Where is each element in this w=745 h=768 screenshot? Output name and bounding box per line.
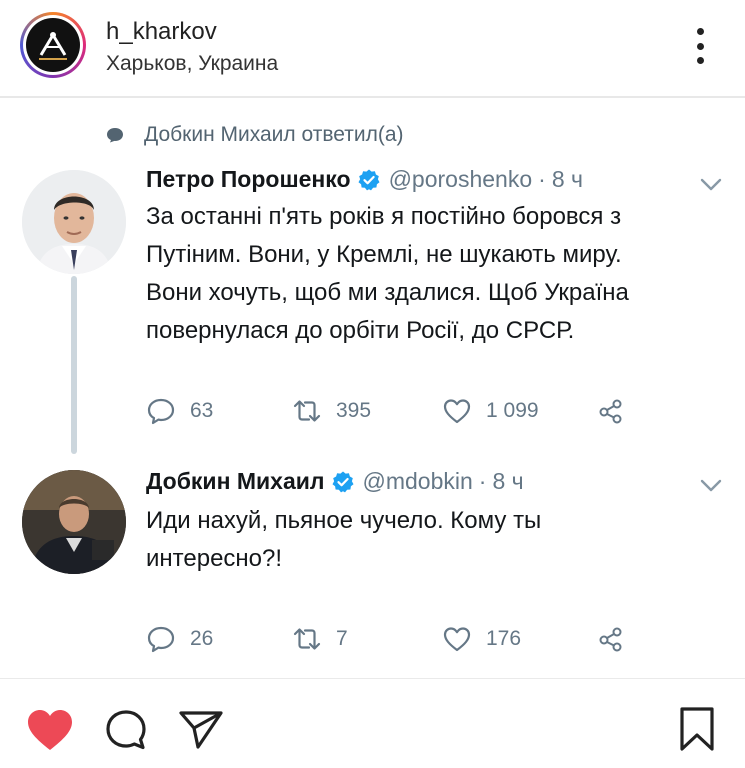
post-image-divider xyxy=(0,678,745,679)
h-kharkov-logo-icon xyxy=(26,18,80,72)
account-username[interactable]: h_kharkov xyxy=(106,18,217,46)
tweet-text-line: Иди нахуй, пьяное чучело. Кому ты xyxy=(146,507,542,534)
bookmark-icon xyxy=(680,707,714,751)
tweet-text-line: Вони хочуть, щоб ми здалися. Щоб Україна xyxy=(146,279,629,306)
tweet-author-name[interactable]: Добкин Михаил xyxy=(146,468,325,495)
comment-icon xyxy=(106,710,146,750)
reply-context: Добкин Михаил ответил(а) xyxy=(106,120,404,150)
retweet-count: 395 xyxy=(336,399,372,422)
tweet-author-handle[interactable]: @poroshenko xyxy=(389,166,533,193)
reply-icon xyxy=(147,626,175,653)
post-action-bar xyxy=(0,700,745,760)
save-post-button[interactable] xyxy=(678,706,716,757)
tweet-header: Петро Порошенко @poroshenko · 8 ч xyxy=(146,166,583,193)
like-post-button[interactable] xyxy=(26,708,74,757)
post-header: h_kharkov Харьков, Украина xyxy=(0,0,745,92)
chevron-down-icon[interactable] xyxy=(700,178,722,192)
more-options-icon[interactable] xyxy=(688,28,712,64)
tweet-timestamp[interactable]: 8 ч xyxy=(552,166,583,193)
tweet-timestamp[interactable]: 8 ч xyxy=(492,468,523,495)
tweet-text: Иди нахуй, пьяное чучело. Кому ты интере… xyxy=(146,502,726,578)
thread-connector-line xyxy=(71,276,77,454)
tweet-separator: · xyxy=(478,468,487,494)
comment-button[interactable] xyxy=(104,709,148,756)
heart-icon xyxy=(443,399,471,424)
share-button[interactable] xyxy=(596,621,626,657)
like-button[interactable]: 1 099 xyxy=(442,393,539,429)
tweet-actions: 63 395 1 099 xyxy=(146,393,666,429)
reply-count: 26 xyxy=(190,627,214,650)
tweet-author-handle[interactable]: @mdobkin xyxy=(363,468,473,495)
speech-bubble-icon xyxy=(107,128,123,143)
paper-plane-icon xyxy=(179,711,223,749)
share-post-button[interactable] xyxy=(178,709,224,756)
tweet-text-line: Путіним. Вони, у Кремлі, не шукають миру… xyxy=(146,241,622,268)
dobkin-avatar[interactable] xyxy=(22,470,126,574)
reply-button[interactable]: 63 xyxy=(146,393,213,429)
like-count: 176 xyxy=(486,627,522,650)
share-button[interactable] xyxy=(596,393,626,429)
header-divider xyxy=(0,96,745,98)
retweet-button[interactable]: 395 xyxy=(292,393,371,429)
tweet-separator: · xyxy=(538,166,546,192)
tweet-author-name[interactable]: Петро Порошенко xyxy=(146,166,351,193)
heart-icon xyxy=(443,627,471,652)
account-avatar[interactable] xyxy=(20,12,86,78)
verified-badge-icon xyxy=(358,169,380,190)
verified-badge-icon xyxy=(332,471,353,492)
share-icon xyxy=(599,399,622,424)
heart-filled-icon xyxy=(28,710,72,750)
reply-button[interactable]: 26 xyxy=(146,621,213,657)
retweet-button[interactable]: 7 xyxy=(292,621,348,657)
post-location[interactable]: Харьков, Украина xyxy=(106,52,278,76)
retweet-count: 7 xyxy=(336,627,348,650)
reply-context-label: Добкин Михаил ответил(а) xyxy=(144,123,404,146)
tweet-actions: 26 7 176 xyxy=(146,621,666,657)
chevron-down-icon[interactable] xyxy=(700,479,722,493)
tweet-header: Добкин Михаил @mdobkin · 8 ч xyxy=(146,468,524,495)
tweet-text: За останні п'ять років я постійно боровс… xyxy=(146,198,726,350)
tweet-text-line: За останні п'ять років я постійно боровс… xyxy=(146,203,622,230)
poroshenko-avatar[interactable] xyxy=(22,170,126,274)
retweet-icon xyxy=(293,628,321,650)
retweet-icon xyxy=(293,400,321,422)
share-icon xyxy=(599,627,622,652)
like-button[interactable]: 176 xyxy=(442,621,521,657)
tweet-text-line: интересно?! xyxy=(146,545,283,572)
tweet-text-line: повернулася до орбіти Росії, до СРСР. xyxy=(146,317,575,344)
like-count: 1 099 xyxy=(486,399,539,422)
reply-count: 63 xyxy=(190,399,214,422)
reply-icon xyxy=(147,398,175,425)
